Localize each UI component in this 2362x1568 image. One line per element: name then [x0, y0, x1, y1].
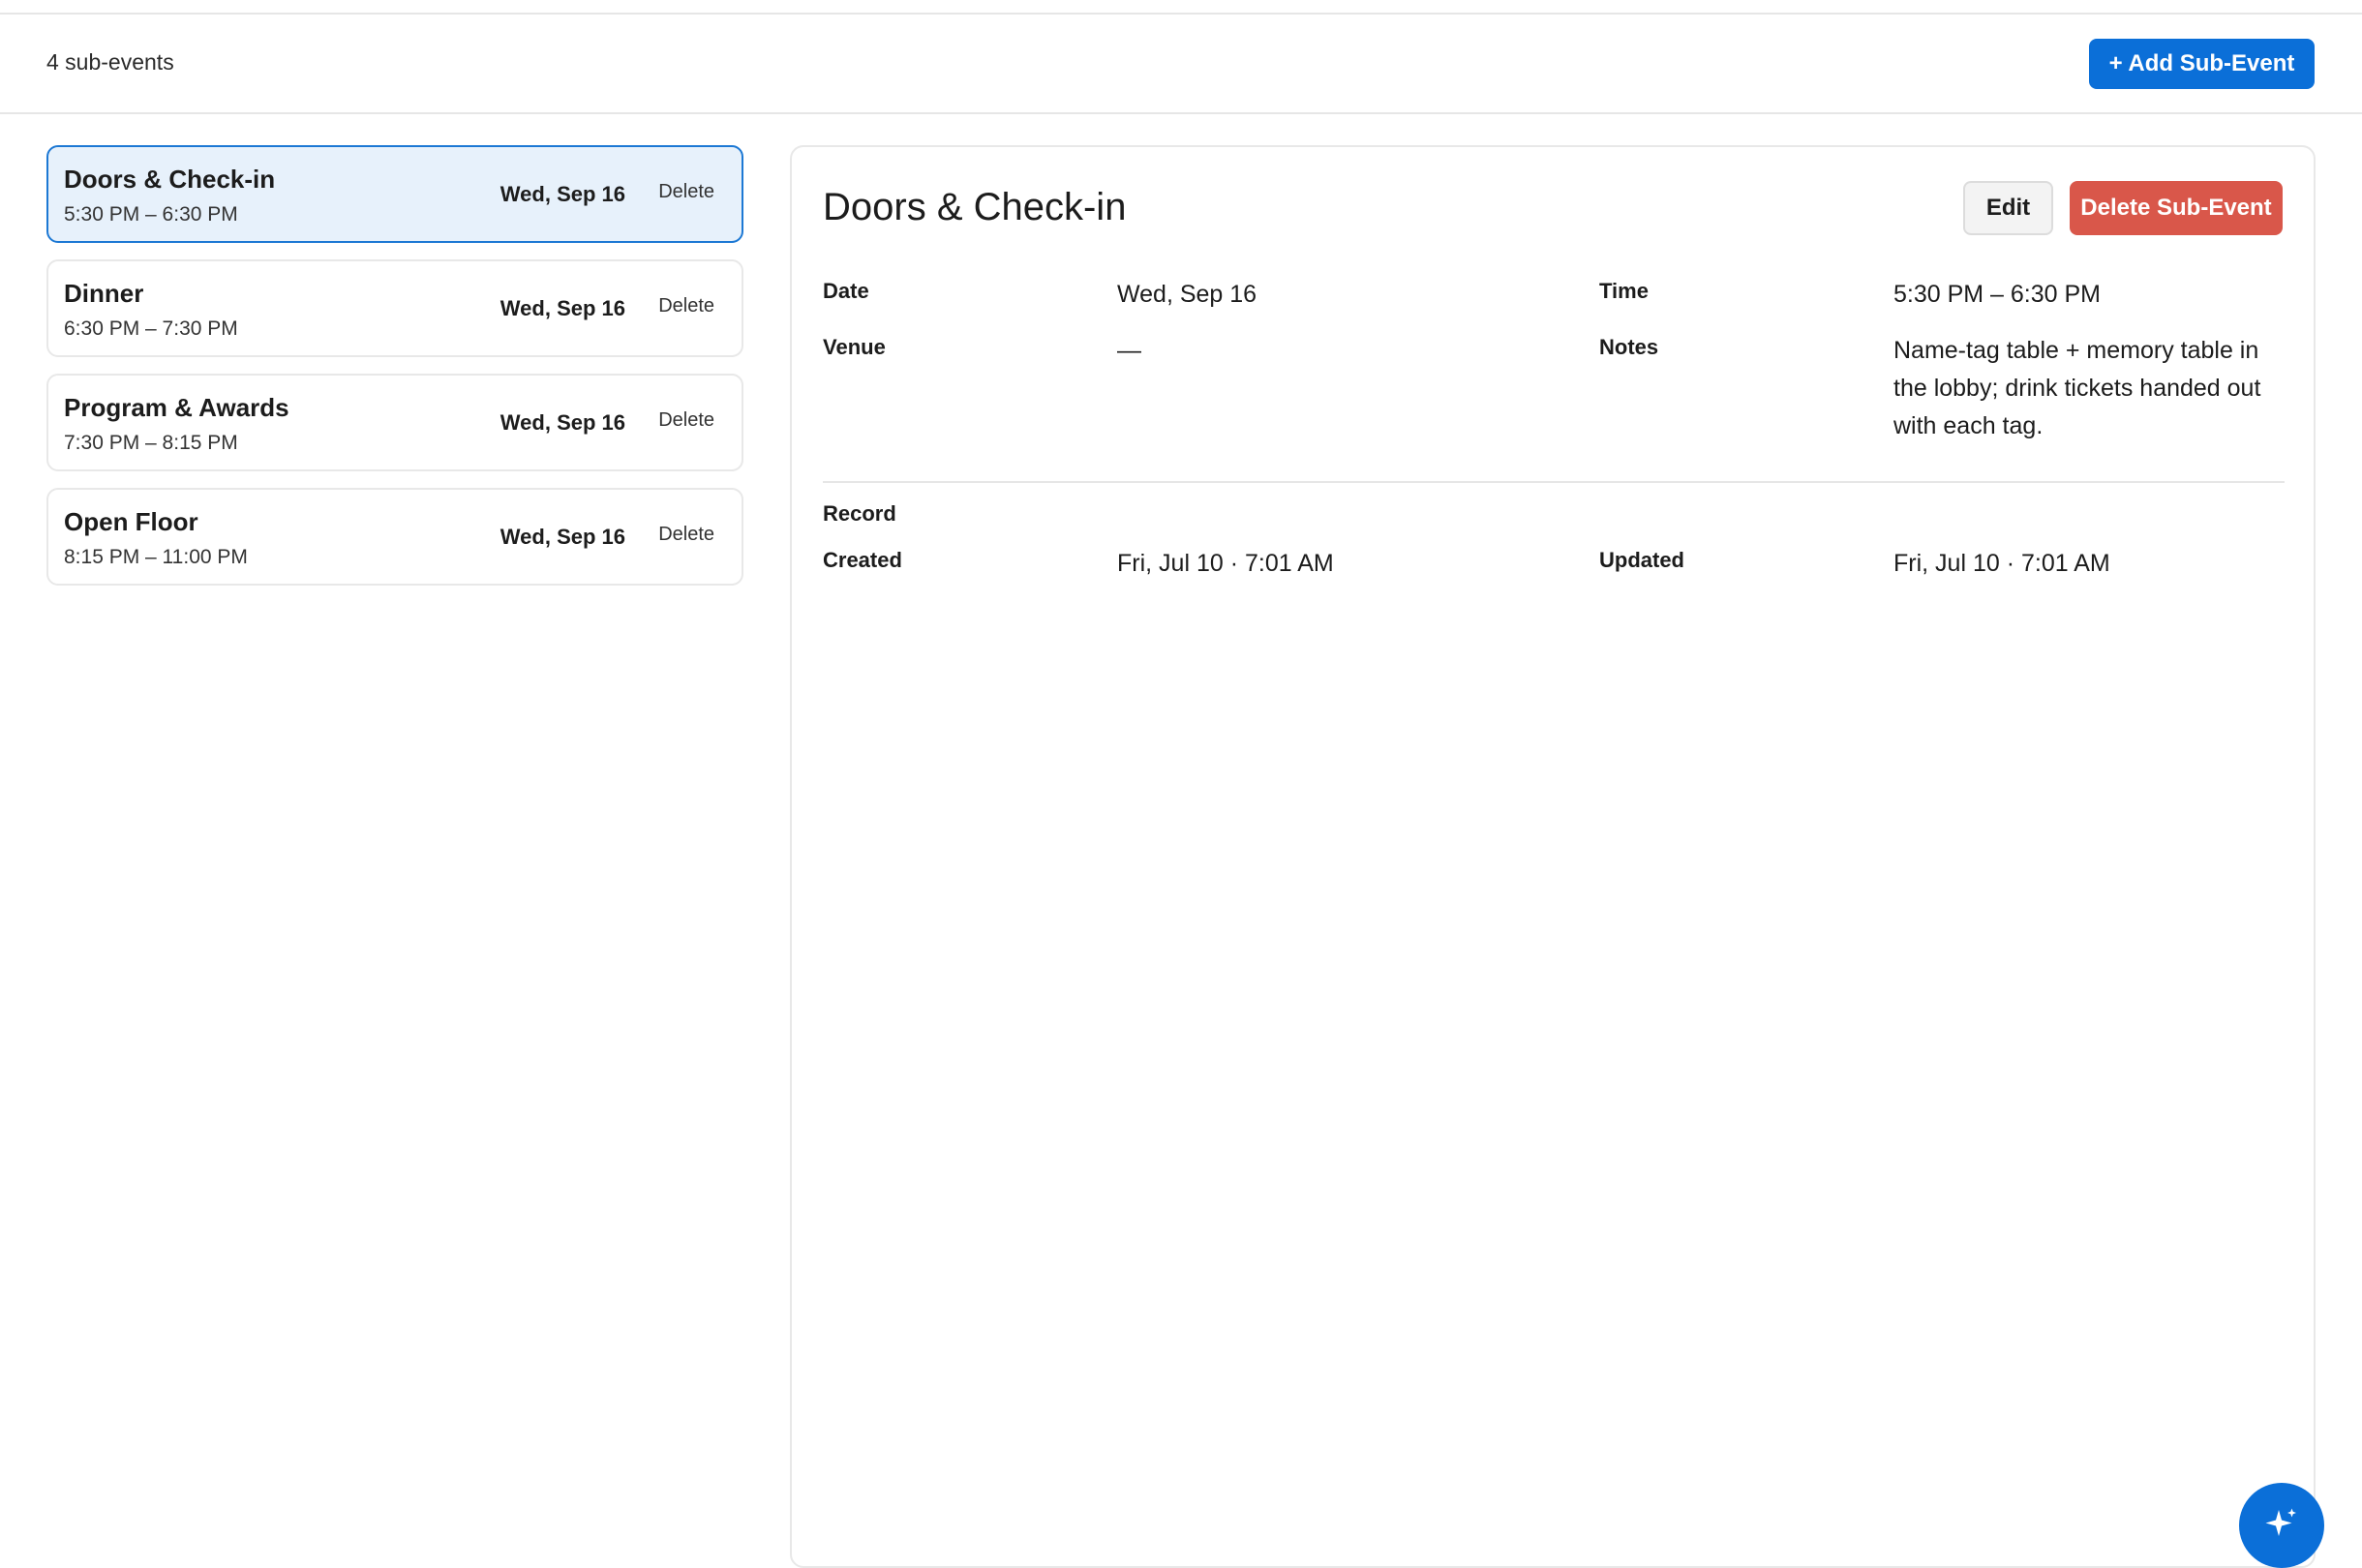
delete-button[interactable]: Delete	[658, 524, 714, 546]
created-value: Fri, Jul 10 · 7:01 AM	[1117, 550, 1334, 577]
list-item[interactable]: Program & Awards 7:30 PM – 8:15 PM Wed, …	[46, 374, 743, 471]
item-time: 6:30 PM – 7:30 PM	[64, 317, 238, 340]
toolbar: 4 sub-events + Add Sub-Event	[0, 15, 2362, 114]
edit-button[interactable]: Edit	[1963, 181, 2053, 235]
list-item[interactable]: Open Floor 8:15 PM – 11:00 PM Wed, Sep 1…	[46, 488, 743, 586]
delete-sub-event-button[interactable]: Delete Sub-Event	[2070, 181, 2283, 235]
item-name: Dinner	[64, 279, 144, 308]
notes-label: Notes	[1599, 335, 1659, 359]
updated-label: Updated	[1599, 548, 1684, 572]
item-name: Open Floor	[64, 507, 198, 536]
list-item[interactable]: Dinner 6:30 PM – 7:30 PM Wed, Sep 16 Del…	[46, 259, 743, 357]
item-name: Program & Awards	[64, 393, 289, 422]
time-value: 5:30 PM – 6:30 PM	[1893, 281, 2102, 308]
item-time: 7:30 PM – 8:15 PM	[64, 432, 238, 454]
delete-button[interactable]: Delete	[658, 295, 714, 317]
detail-panel: Doors & Check-in Edit Delete Sub-Event D…	[790, 145, 2316, 1568]
date-value: Wed, Sep 16	[1117, 281, 1257, 308]
item-time: 8:15 PM – 11:00 PM	[64, 546, 248, 568]
venue-value: —	[1117, 337, 1141, 364]
item-date: Wed, Sep 16	[500, 410, 625, 435]
updated-value: Fri, Jul 10 · 7:01 AM	[1893, 550, 2110, 577]
list-item[interactable]: Doors & Check-in 5:30 PM – 6:30 PM Wed, …	[46, 145, 743, 243]
add-sub-event-button[interactable]: + Add Sub-Event	[2089, 39, 2315, 89]
delete-button[interactable]: Delete	[658, 181, 714, 203]
sub-event-count: 4 sub-events	[46, 49, 174, 75]
created-label: Created	[823, 548, 902, 572]
item-date: Wed, Sep 16	[500, 182, 625, 206]
item-date: Wed, Sep 16	[500, 296, 625, 320]
divider	[823, 481, 2285, 483]
sub-event-list: Doors & Check-in 5:30 PM – 6:30 PM Wed, …	[46, 145, 743, 602]
time-label: Time	[1599, 279, 1649, 303]
notes-value: Name-tag table + memory table in the lob…	[1893, 337, 2261, 439]
sparkle-icon	[2264, 1507, 2299, 1545]
item-name: Doors & Check-in	[64, 165, 276, 194]
item-time: 5:30 PM – 6:30 PM	[64, 203, 238, 226]
top-border	[0, 0, 2362, 15]
detail-title: Doors & Check-in	[823, 186, 1127, 228]
assistant-button[interactable]	[2239, 1483, 2324, 1568]
date-label: Date	[823, 279, 869, 303]
item-date: Wed, Sep 16	[500, 525, 625, 549]
record-label: Record	[823, 501, 896, 526]
delete-button[interactable]: Delete	[658, 409, 714, 432]
venue-label: Venue	[823, 335, 886, 359]
